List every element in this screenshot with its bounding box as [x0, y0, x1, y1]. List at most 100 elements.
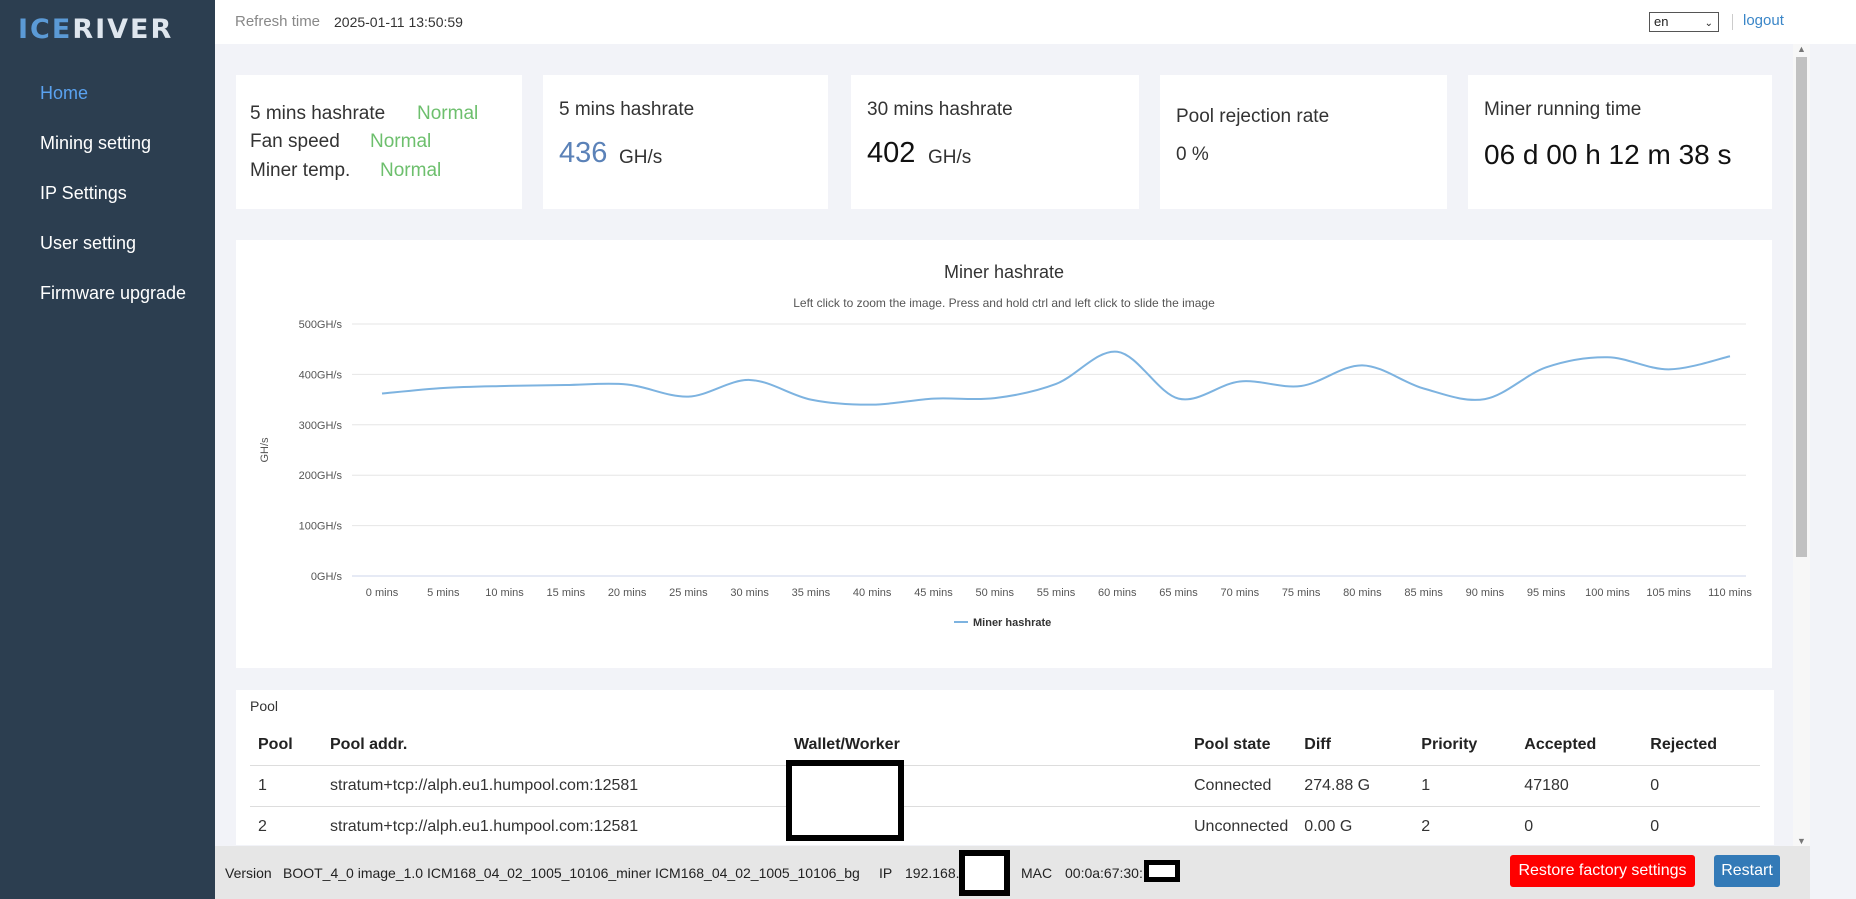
chart-x-tick-label: 5 mins	[427, 587, 460, 599]
pool-table-header: Pool Pool addr. Wallet/Worker Pool state…	[250, 725, 1760, 766]
chart-x-tick-label: 50 mins	[975, 587, 1014, 599]
pool-rejection-value: 0 %	[1176, 144, 1209, 165]
logo-suffix: RIVER	[72, 14, 174, 45]
mac-label: MAC	[1021, 865, 1053, 881]
restart-button[interactable]: Restart	[1714, 855, 1780, 887]
chart-x-tick-label: 15 mins	[547, 587, 586, 599]
sidebar-item-firmware-upgrade[interactable]: Firmware upgrade	[0, 268, 215, 318]
mac-value: 00:0a:67:30:	[1065, 865, 1143, 881]
pool-number: 2	[250, 806, 322, 845]
running-time-title: Miner running time	[1484, 99, 1642, 120]
table-row: 2 stratum+tcp://alph.eu1.humpool.com:125…	[250, 806, 1760, 845]
pool-number: 1	[250, 765, 322, 807]
chart-x-tick-label: 100 mins	[1585, 587, 1630, 599]
chart-y-tick-label: 100GH/s	[299, 521, 343, 533]
col-diff: Diff	[1296, 725, 1414, 766]
chart-y-axis-label: GH/s	[259, 437, 271, 463]
chart-x-tick-label: 35 mins	[792, 587, 831, 599]
pool-diff: 274.88 G	[1296, 765, 1414, 807]
hashrate-30min-card: 30 mins hashrate 402 GH/s	[851, 75, 1139, 209]
col-priority: Priority	[1413, 725, 1517, 766]
hashrate-5min-card: 5 mins hashrate 436 GH/s	[543, 75, 828, 209]
col-pool: Pool	[250, 725, 322, 766]
pool-accepted: 47180	[1516, 765, 1643, 807]
scrollbar-thumb[interactable]	[1796, 57, 1807, 557]
pool-diff: 0.00 G	[1296, 806, 1414, 845]
chart-y-tick-label: 400GH/s	[299, 369, 343, 381]
sidebar-item-home[interactable]: Home	[0, 68, 215, 118]
status-value-miner-temp: Normal	[380, 160, 442, 181]
chart-y-tick-label: 0GH/s	[311, 571, 343, 583]
sidebar-item-user-setting[interactable]: User setting	[0, 218, 215, 268]
hashrate-5min-value: 436	[559, 137, 608, 169]
logout-link[interactable]: logout	[1743, 12, 1784, 29]
hashrate-30min-title: 30 mins hashrate	[867, 99, 1013, 120]
pool-rejected: 0	[1642, 806, 1760, 845]
chart-x-tick-label: 110 mins	[1708, 587, 1752, 599]
chart-legend-label: Miner hashrate	[973, 617, 1051, 629]
chart-x-tick-label: 95 mins	[1527, 587, 1566, 599]
status-card: 5 mins hashrate Normal Fan speed Normal …	[236, 75, 522, 209]
table-row: 1 stratum+tcp://alph.eu1.humpool.com:125…	[250, 765, 1760, 807]
scroll-down-icon[interactable]: ▼	[1797, 836, 1806, 846]
chart-x-tick-label: 90 mins	[1466, 587, 1505, 599]
status-label-hashrate: 5 mins hashrate	[250, 103, 386, 124]
chart-series-line	[381, 350, 1731, 406]
chart-y-tick-label: 200GH/s	[299, 470, 343, 482]
pool-address: stratum+tcp://alph.eu1.humpool.com:12581	[322, 765, 786, 807]
status-value-hashrate: Normal	[417, 103, 479, 124]
pool-priority: 1	[1413, 765, 1517, 807]
header-divider	[1732, 14, 1733, 30]
hashrate-chart-card: Miner hashrate Left click to zoom the im…	[236, 240, 1772, 668]
chart-x-tick-label: 65 mins	[1159, 587, 1198, 599]
scroll-up-icon[interactable]: ▲	[1797, 44, 1806, 54]
refresh-time-value: 2025-01-11 13:50:59	[334, 14, 463, 30]
chart-x-tick-label: 10 mins	[485, 587, 524, 599]
hashrate-30min-value: 402	[867, 137, 916, 169]
wallet-redaction-box	[786, 760, 904, 841]
restore-factory-settings-button[interactable]: Restore factory settings	[1510, 855, 1695, 887]
ip-value: 192.168.	[905, 865, 960, 881]
version-label: Version	[225, 865, 272, 881]
status-label-fan-speed: Fan speed	[250, 131, 340, 152]
hashrate-30min-unit: GH/s	[928, 147, 972, 168]
language-select[interactable]: en ⌄	[1649, 12, 1719, 32]
chart-x-tick-label: 70 mins	[1221, 587, 1260, 599]
pool-card: Pool Pool Pool addr. Wallet/Worker Pool …	[236, 690, 1774, 845]
pool-state: Connected	[1186, 765, 1297, 807]
sidebar-item-ip-settings[interactable]: IP Settings	[0, 168, 215, 218]
chevron-down-icon: ⌄	[1704, 18, 1713, 29]
col-rejected: Rejected	[1642, 725, 1760, 766]
chart-x-tick-label: 55 mins	[1037, 587, 1076, 599]
hashrate-line-chart[interactable]: 0GH/s 100GH/s 200GH/s 300GH/s 400GH/s 500GH/s…	[236, 240, 1772, 668]
col-accepted: Accepted	[1516, 725, 1643, 766]
pool-address: stratum+tcp://alph.eu1.humpool.com:12581	[322, 806, 786, 845]
pool-rejected: 0	[1642, 765, 1760, 807]
chart-y-tick-label: 500GH/s	[299, 319, 343, 331]
chart-x-tick-label: 25 mins	[669, 587, 708, 599]
sidebar-item-mining-setting[interactable]: Mining setting	[0, 118, 215, 168]
status-value-fan-speed: Normal	[370, 131, 432, 152]
sidebar-nav: Home Mining setting IP Settings User set…	[0, 68, 215, 318]
ip-redaction-box	[959, 850, 1010, 896]
mac-redaction-box	[1144, 860, 1180, 882]
pool-state: Unconnected	[1186, 806, 1297, 845]
chart-y-tick-label: 300GH/s	[299, 420, 343, 432]
chart-x-tick-label: 60 mins	[1098, 587, 1137, 599]
status-label-miner-temp: Miner temp.	[250, 160, 351, 181]
pool-section-label: Pool	[250, 698, 279, 714]
pool-rejection-title: Pool rejection rate	[1176, 106, 1330, 127]
chart-x-tick-label: 105 mins	[1646, 587, 1691, 599]
top-bar: Refresh time 2025-01-11 13:50:59 en ⌄ lo…	[215, 0, 1856, 44]
chart-x-tick-label: 80 mins	[1343, 587, 1382, 599]
pool-priority: 2	[1413, 806, 1517, 845]
chart-x-tick-label: 85 mins	[1404, 587, 1443, 599]
scrollbar[interactable]: ▲ ▼	[1793, 44, 1810, 846]
chart-x-tick-label: 30 mins	[730, 587, 769, 599]
chart-x-tick-label: 40 mins	[853, 587, 892, 599]
chart-x-tick-label: 0 mins	[366, 587, 399, 599]
iceriver-logo[interactable]: ICERIVER	[18, 14, 173, 45]
hashrate-5min-unit: GH/s	[619, 147, 663, 168]
hashrate-5min-title: 5 mins hashrate	[559, 99, 695, 120]
ip-label: IP	[879, 865, 893, 881]
